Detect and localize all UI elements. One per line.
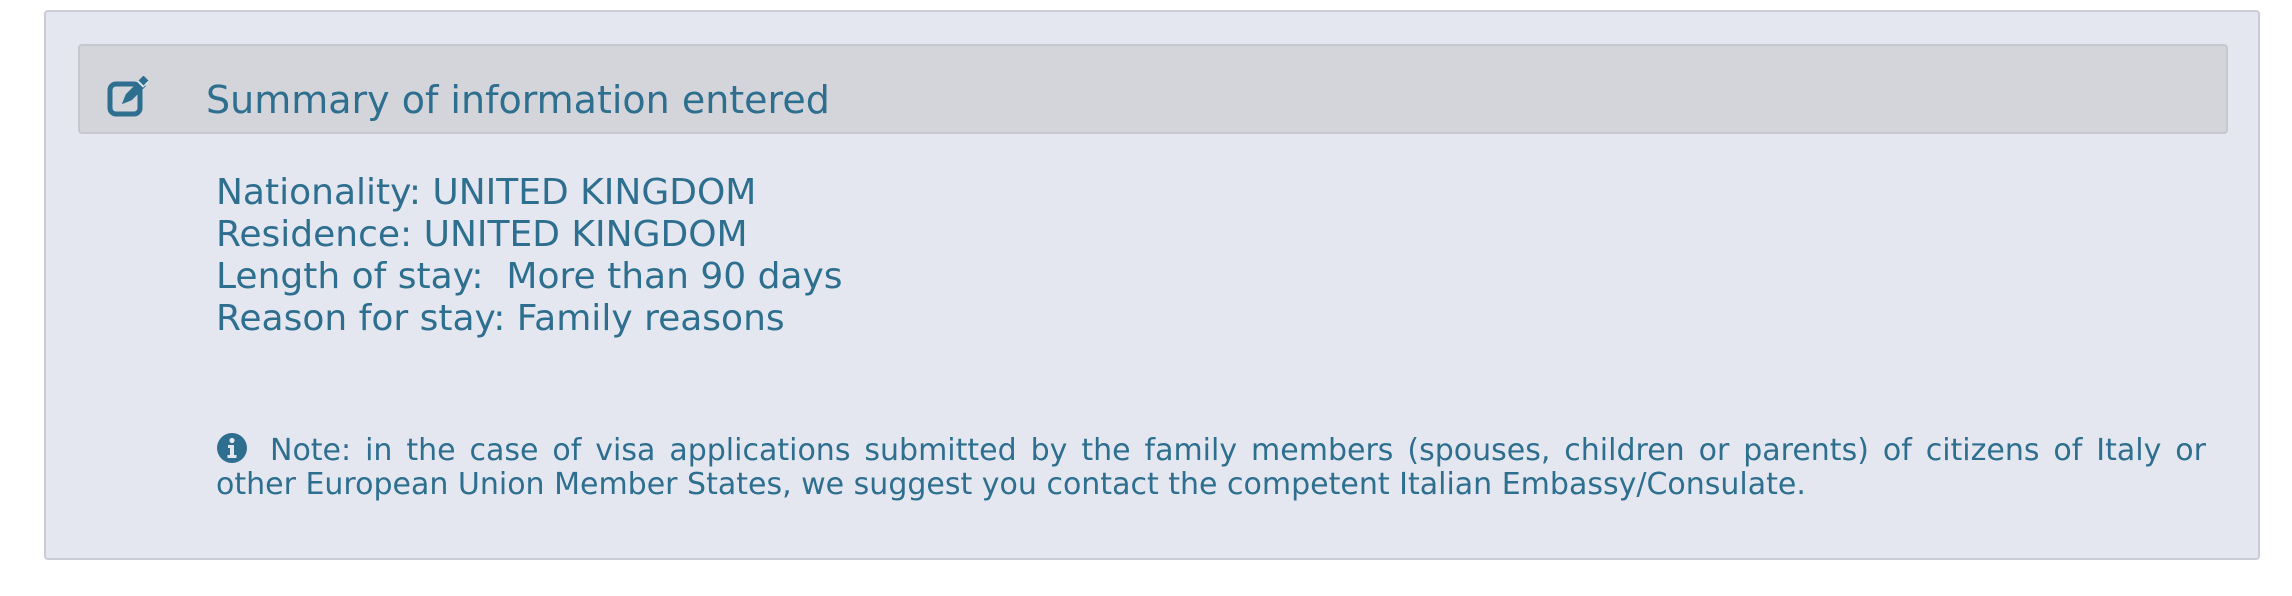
summary-nationality: Nationality: UNITED KINGDOM <box>216 172 757 213</box>
edit-icon <box>106 75 150 120</box>
note-block: Note: in the case of visa applications s… <box>216 432 2206 502</box>
summary-reason-for-stay: Reason for stay: Family reasons <box>216 298 785 339</box>
panel-title: Summary of information entered <box>206 78 830 122</box>
summary-length-of-stay: Length of stay: More than 90 days <box>216 256 843 297</box>
summary-list: Nationality: UNITED KINGDOM Residence: U… <box>216 172 843 340</box>
info-icon <box>216 432 248 464</box>
summary-residence: Residence: UNITED KINGDOM <box>216 214 748 255</box>
note-text: Note: in the case of visa applications s… <box>216 433 2206 502</box>
panel-header: Summary of information entered <box>78 44 2228 134</box>
summary-panel: Summary of information entered Nationali… <box>44 10 2260 560</box>
